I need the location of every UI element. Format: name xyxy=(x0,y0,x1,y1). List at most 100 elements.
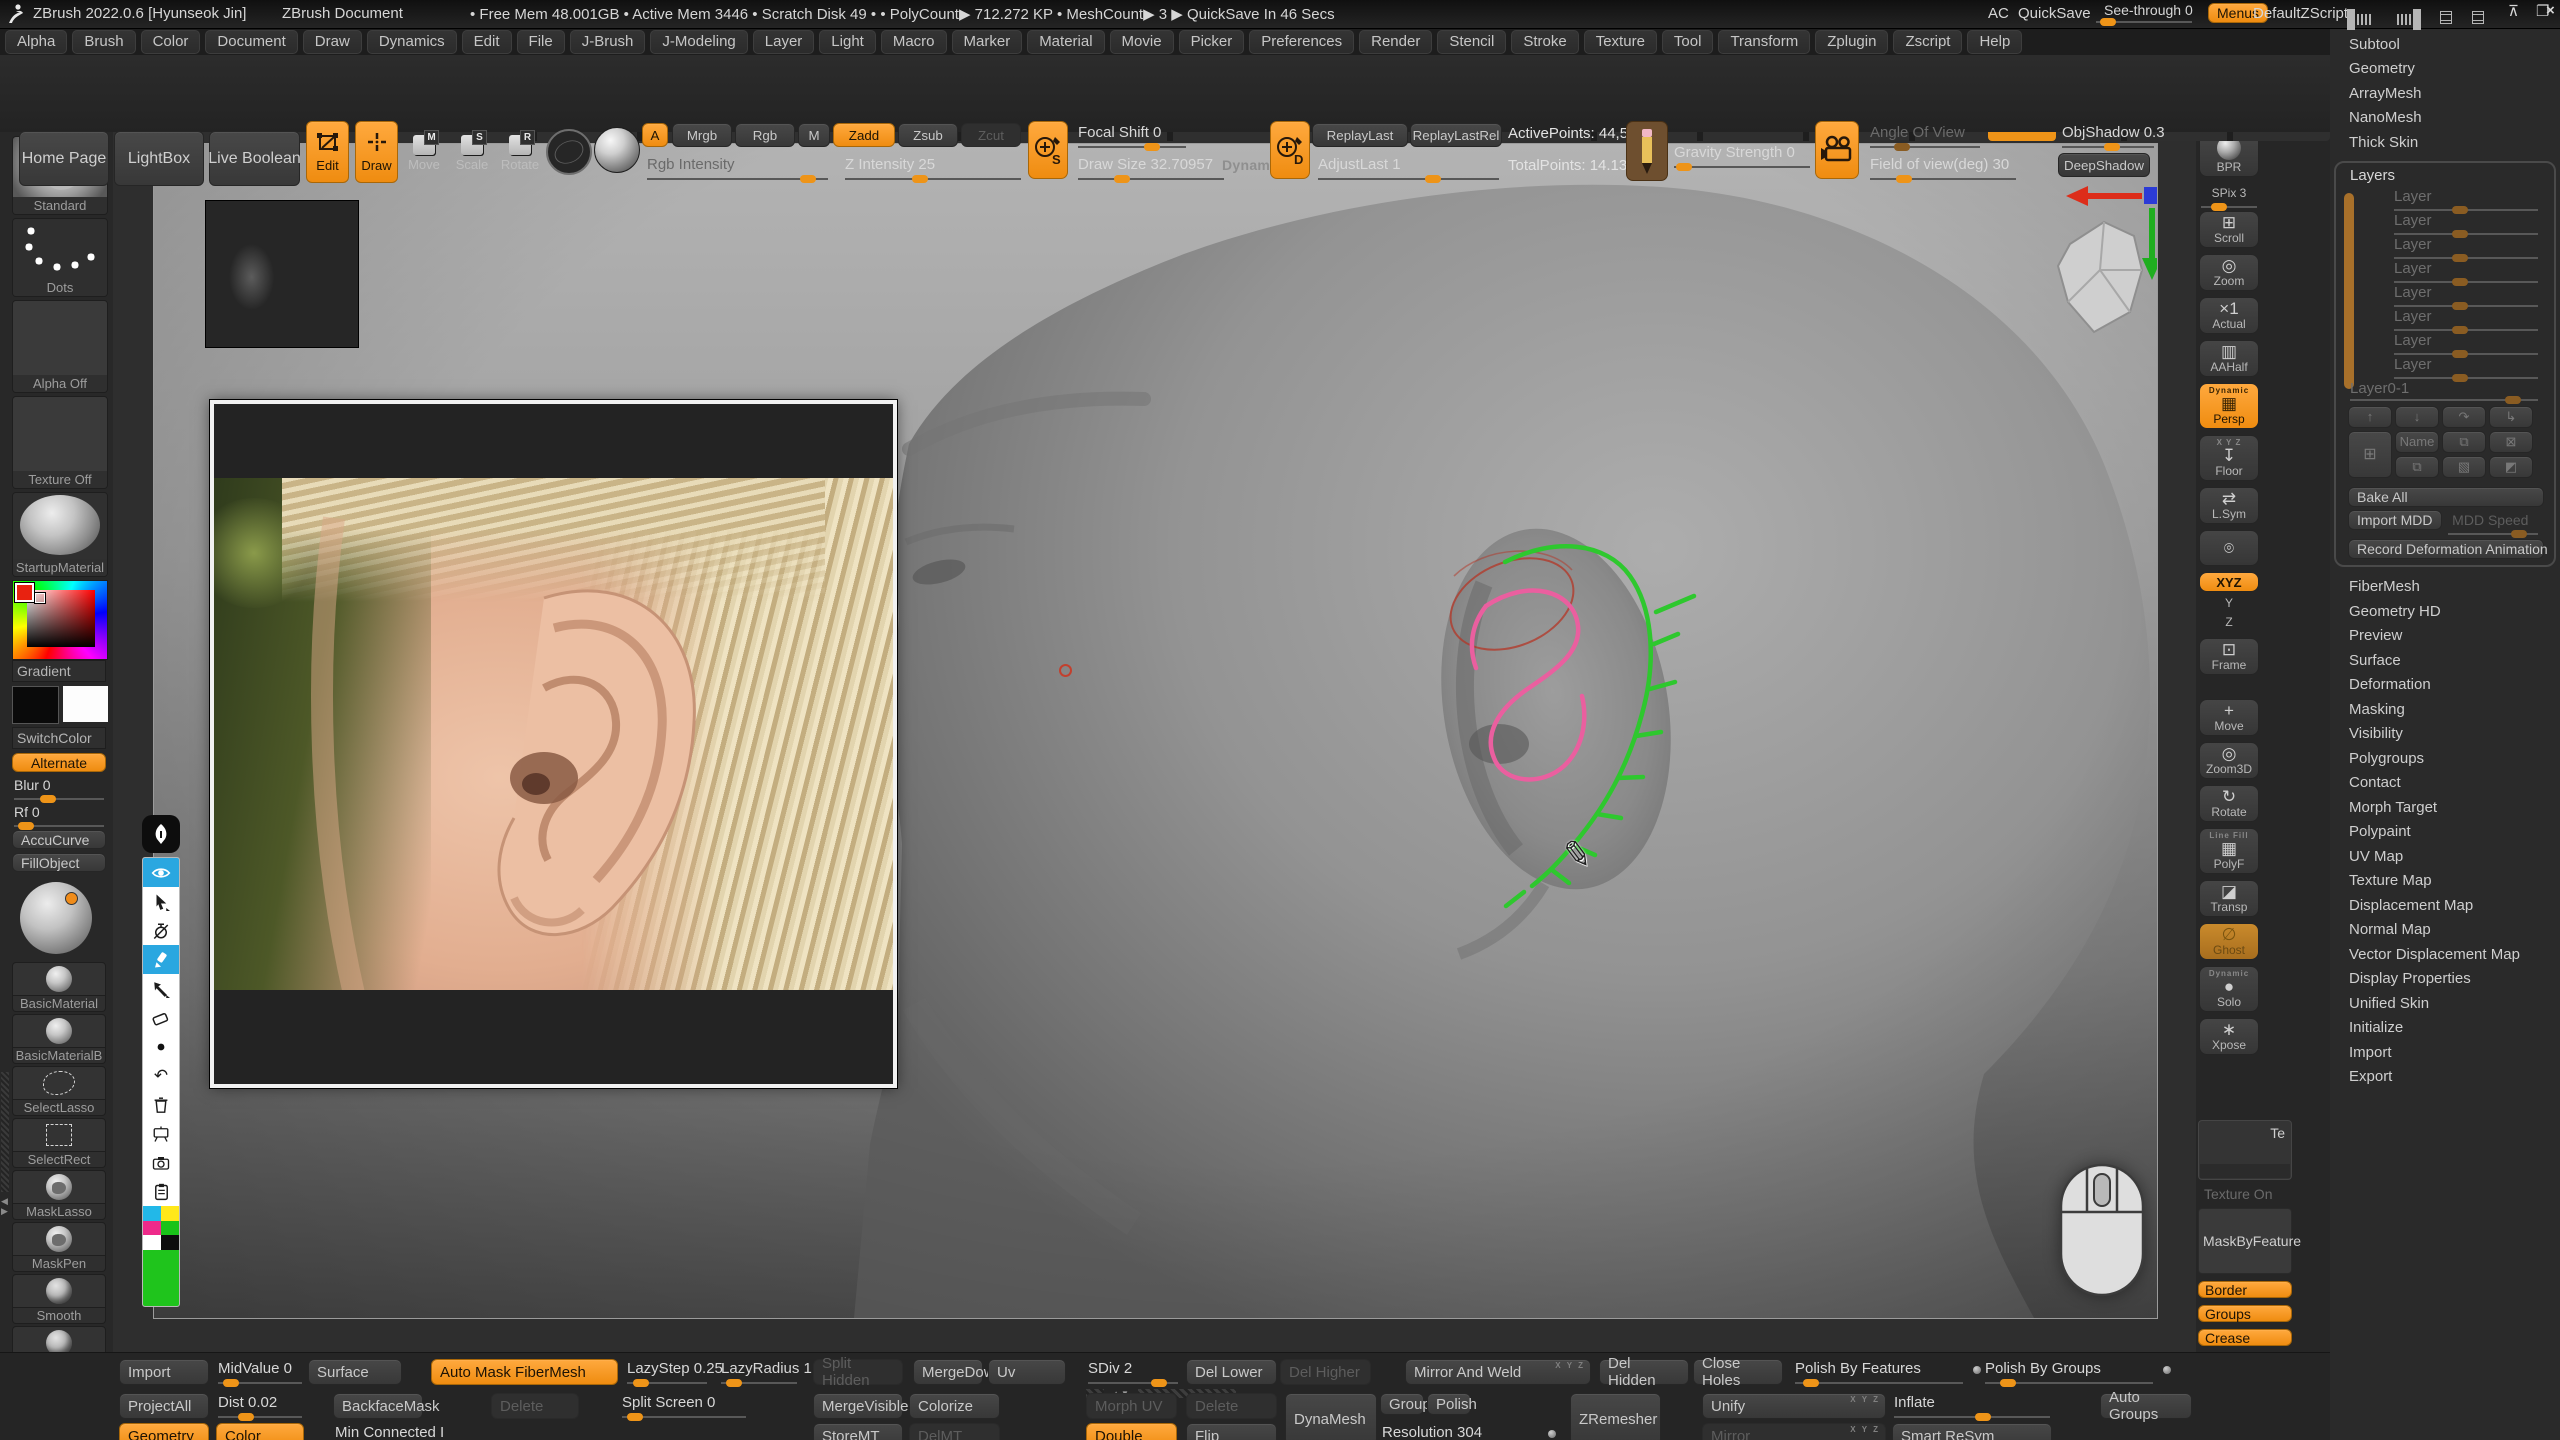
menu-item[interactable]: Stroke xyxy=(1511,30,1578,54)
menu-item[interactable]: Color xyxy=(141,30,201,54)
layer-delete-button[interactable]: ⊠ xyxy=(2489,431,2533,453)
bottom-control[interactable]: Smart ReSym xyxy=(1892,1423,2052,1440)
tool-panel-section[interactable]: Vector Displacement Map xyxy=(2330,942,2560,967)
deep-shadow-button[interactable]: DeepShadow xyxy=(2058,153,2150,177)
anchor-a-button[interactable]: A xyxy=(642,123,668,147)
color-palette-icon[interactable] xyxy=(143,1206,179,1250)
bottom-control[interactable]: Split Hidden xyxy=(813,1359,903,1385)
tool-panel-section[interactable]: Geometry xyxy=(2330,57,2560,82)
menu-item[interactable]: Macro xyxy=(881,30,947,54)
document-canvas[interactable]: ✎ ↶ xyxy=(113,132,2196,1352)
slider-track[interactable] xyxy=(1985,1382,2153,1384)
tool-panel-section[interactable]: NanoMesh xyxy=(2330,106,2560,131)
zsub-button[interactable]: Zsub xyxy=(898,123,958,147)
curve-dot[interactable] xyxy=(2163,1366,2171,1374)
border-button[interactable]: Border xyxy=(2198,1281,2292,1298)
field-of-view-slider[interactable]: Field of view(deg) 30 xyxy=(1868,155,2018,181)
bottom-control[interactable]: Surface xyxy=(308,1359,402,1385)
bottom-control[interactable]: MergeVisible xyxy=(813,1393,903,1419)
edit-mode-button[interactable]: Edit xyxy=(306,121,349,183)
whiteboard-icon[interactable] xyxy=(143,1119,179,1148)
bottom-control[interactable]: Dist 0.02 xyxy=(216,1393,304,1419)
main-color-swatch[interactable] xyxy=(12,686,59,724)
tray-swatch[interactable]: StartupMaterial xyxy=(12,492,108,577)
slider-track[interactable] xyxy=(218,1416,302,1418)
bottom-control[interactable]: Polish By Features xyxy=(1793,1359,1965,1385)
bottom-control[interactable]: ProjectAll xyxy=(119,1393,209,1419)
layer-duplicate-button[interactable]: ⧉ xyxy=(2442,431,2486,453)
gradient-label[interactable]: Gradient xyxy=(12,660,106,682)
bottom-control[interactable]: Polish By Groups xyxy=(1983,1359,2155,1385)
tool-panel-section[interactable]: UV Map xyxy=(2330,844,2560,869)
see-through-slider[interactable]: See-through 0 xyxy=(2104,2,2193,18)
camera-icon[interactable] xyxy=(1815,121,1859,179)
bottom-control[interactable]: LazyRadius 1 xyxy=(719,1359,799,1385)
shelf-button[interactable]: XYZ xyxy=(2199,572,2259,592)
shelf-button[interactable]: Z xyxy=(2199,613,2259,631)
move-mode-button[interactable]: M Move xyxy=(404,135,444,172)
replay-last-button[interactable]: ReplayLast xyxy=(1312,123,1408,147)
shelf-button[interactable]: Dynamic ▦ Persp xyxy=(2199,383,2259,429)
slider-track[interactable] xyxy=(1795,1382,1963,1384)
rgb-button[interactable]: Rgb xyxy=(735,123,795,147)
bottom-control[interactable]: X Y Z Mirror And Weld xyxy=(1405,1359,1591,1385)
arrow-tool-icon[interactable] xyxy=(143,974,179,1003)
shelf-button[interactable]: ▥ AAHalf xyxy=(2199,340,2259,377)
layer-name-button[interactable]: Name xyxy=(2395,431,2439,453)
close-icon[interactable]: × xyxy=(2546,2,2555,19)
curve-dot[interactable] xyxy=(1973,1366,1981,1374)
record-deformation-button[interactable]: Record Deformation Animation xyxy=(2348,539,2544,559)
undo-icon[interactable]: ↶ xyxy=(143,1061,179,1090)
adjust-last-slider[interactable]: AdjustLast 1 xyxy=(1316,155,1501,181)
fillobject-button[interactable]: FillObject xyxy=(12,853,106,872)
menu-item[interactable]: Dynamics xyxy=(367,30,457,54)
menu-item[interactable]: Texture xyxy=(1584,30,1657,54)
layer-row[interactable]: Layer xyxy=(2346,212,2548,236)
z-intensity-slider[interactable]: Z Intensity 25 xyxy=(843,155,1023,181)
ac-toggle[interactable]: AC xyxy=(1988,5,2009,22)
rotate-mode-button[interactable]: R Rotate xyxy=(500,135,540,172)
menu-item[interactable]: Stencil xyxy=(1437,30,1506,54)
bottom-control[interactable]: Colorize xyxy=(909,1393,1000,1419)
shelf-button[interactable]: ×1 Actual xyxy=(2199,297,2259,334)
layer-row[interactable]: Layer xyxy=(2346,260,2548,284)
tool-panel-section[interactable]: Visibility xyxy=(2330,722,2560,747)
menu-item[interactable]: Material xyxy=(1027,30,1104,54)
menu-item[interactable]: Alpha xyxy=(5,30,67,54)
layer-row[interactable]: Layer xyxy=(2346,356,2548,380)
bottom-control[interactable]: Morph UV xyxy=(1086,1393,1177,1419)
bottom-control[interactable]: MergeDown xyxy=(913,1359,983,1385)
trash-icon[interactable] xyxy=(143,1090,179,1119)
bottom-control[interactable]: Import xyxy=(119,1359,209,1385)
shelf-button[interactable]: ⊞ Scroll xyxy=(2199,211,2259,248)
slider-track[interactable] xyxy=(622,1416,746,1418)
tool-panel-section[interactable]: Unified Skin xyxy=(2330,991,2560,1016)
layer-row[interactable]: Layer xyxy=(2346,308,2548,332)
home-page-button[interactable]: Home Page xyxy=(19,131,109,186)
groups-button[interactable]: Groups xyxy=(2198,1305,2292,1322)
tray-swatch[interactable]: Alpha Off xyxy=(12,300,108,393)
bottom-control[interactable]: SDiv 2 xyxy=(1086,1359,1180,1385)
tool-panel-section[interactable]: Normal Map xyxy=(2330,918,2560,943)
live-boolean-button[interactable]: Live Boolean xyxy=(209,131,300,186)
pen-tool-launcher[interactable] xyxy=(142,815,180,853)
shelf-button[interactable]: ∗ Xpose xyxy=(2199,1018,2259,1055)
tray-quick-item[interactable]: MaskPen xyxy=(12,1222,106,1272)
draw-mode-button[interactable]: Draw xyxy=(355,121,398,183)
shelf-button[interactable]: ⊡ Frame xyxy=(2199,638,2259,675)
gravity-strength-slider[interactable]: Gravity Strength 0 xyxy=(1672,143,1812,169)
bottom-control[interactable]: Inflate xyxy=(1892,1393,2052,1419)
alternate-button[interactable]: Alternate xyxy=(12,753,106,772)
bottom-control[interactable]: Delete xyxy=(491,1393,579,1419)
bottom-control[interactable]: Close Holes xyxy=(1693,1359,1783,1385)
ear-reference-panel[interactable] xyxy=(210,400,897,1088)
bottom-control[interactable]: Split Screen 0 xyxy=(620,1393,748,1419)
tray-quick-item[interactable]: SelectLasso xyxy=(12,1066,106,1116)
texture-on-label[interactable]: Texture On xyxy=(2198,1184,2292,1202)
menu-item[interactable]: Tool xyxy=(1662,30,1714,54)
replay-last-rel-button[interactable]: ReplayLastRel xyxy=(1410,123,1502,147)
menu-item[interactable]: Marker xyxy=(952,30,1023,54)
menu-item[interactable]: Zscript xyxy=(1893,30,1962,54)
timer-off-icon[interactable] xyxy=(143,916,179,945)
bottom-control[interactable]: Flip xyxy=(1186,1423,1277,1440)
